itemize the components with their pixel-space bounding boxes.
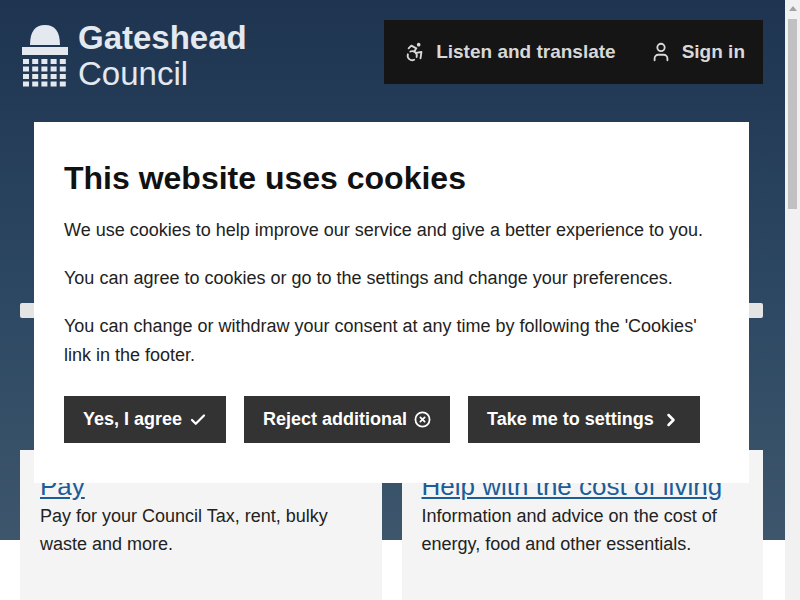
- page: GatesheadCouncil Listen and translate Sign…: [0, 0, 785, 600]
- user-icon: [650, 41, 672, 63]
- card-text: waste and more.: [40, 530, 362, 558]
- scrollbar-thumb[interactable]: [788, 19, 797, 209]
- card-text: energy, food and other essentials.: [422, 530, 744, 558]
- council-logo-icon: [22, 23, 68, 89]
- cookie-dialog-text: We use cookies to help improve our servi…: [64, 216, 719, 245]
- agree-button[interactable]: Yes, I agree: [64, 396, 226, 443]
- cookie-buttons: Yes, I agree Reject additional Take me to …: [64, 396, 719, 443]
- card-text: Pay for your Council Tax, rent, bulky: [40, 502, 362, 530]
- reject-button[interactable]: Reject additional: [244, 396, 450, 443]
- up-arrow-icon: [789, 6, 797, 11]
- scroll-up-button[interactable]: [789, 0, 797, 17]
- site-header: GatesheadCouncil Listen and translate Sign…: [20, 20, 763, 92]
- circle-x-icon: [414, 411, 431, 428]
- browser-viewport: GatesheadCouncil Listen and translate Sign…: [0, 0, 800, 600]
- logo-line: Council: [78, 56, 247, 92]
- cookie-dialog: This website uses cookies We use cookies …: [34, 122, 749, 483]
- accessibility-icon: [404, 41, 426, 63]
- logo-text: GatesheadCouncil: [78, 20, 247, 92]
- check-icon: [189, 411, 207, 429]
- cookie-dialog-text: You can change or withdraw your consent …: [64, 312, 719, 370]
- header-action[interactable]: Listen and translate: [404, 41, 616, 63]
- chevron-right-icon: [661, 410, 681, 430]
- scrollbar[interactable]: [785, 0, 800, 600]
- settings-button[interactable]: Take me to settings: [468, 396, 700, 443]
- card-text: Information and advice on the cost of: [422, 502, 744, 530]
- cookie-dialog-title: This website uses cookies: [64, 158, 719, 198]
- header-action[interactable]: Sign in: [650, 41, 745, 63]
- logo-line: Gateshead: [78, 20, 247, 56]
- cookie-dialog-text: You can agree to cookies or go to the se…: [64, 264, 719, 293]
- header-actions: Listen and translate Sign in: [384, 20, 763, 84]
- council-logo[interactable]: GatesheadCouncil: [20, 20, 247, 92]
